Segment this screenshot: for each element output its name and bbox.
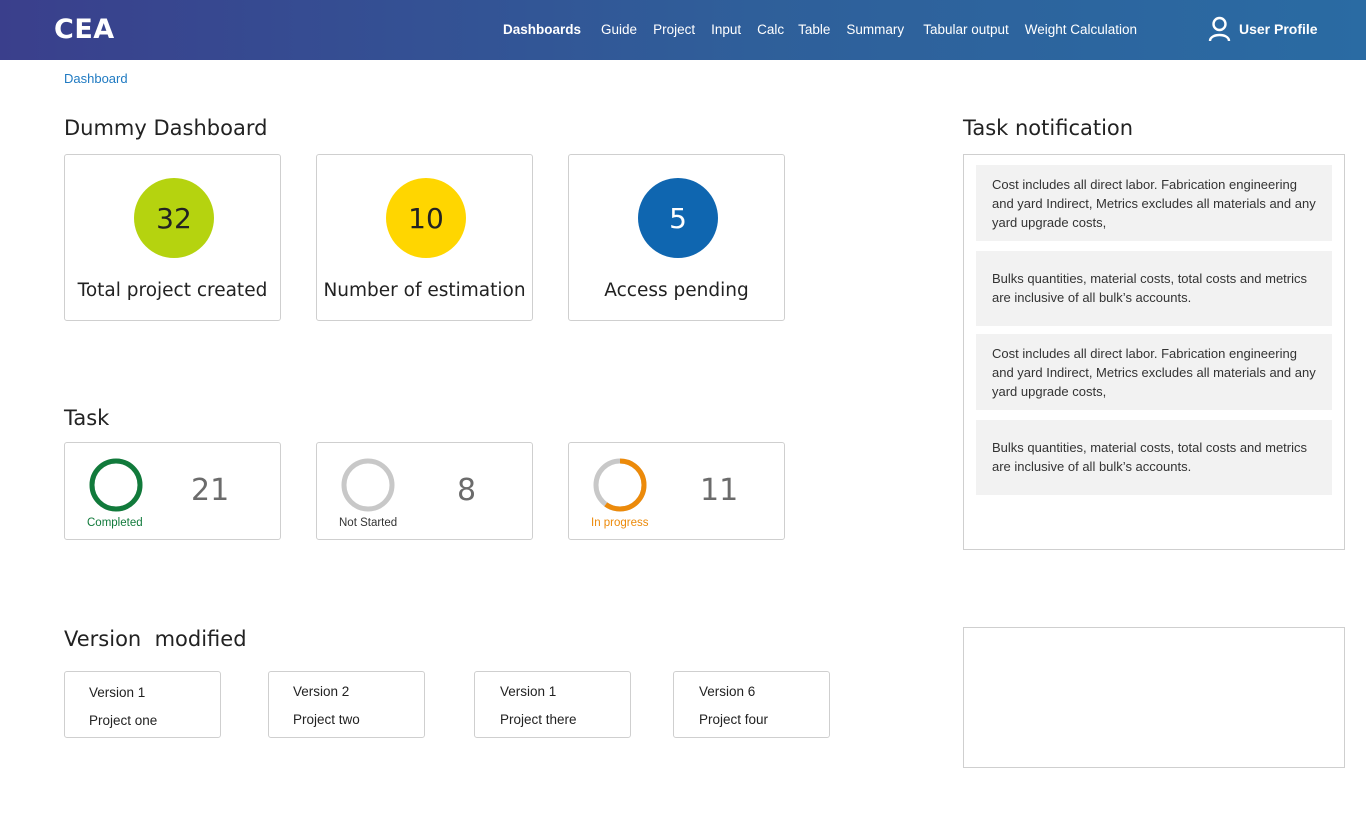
user-profile-label: User Profile [1239, 21, 1318, 37]
version-modified-title: Version modified [64, 627, 247, 651]
version-card[interactable]: Version 1 Project there [474, 671, 631, 738]
version-card[interactable]: Version 6 Project four [673, 671, 830, 738]
user-profile-button[interactable]: User Profile [1208, 16, 1318, 42]
app-logo[interactable]: CEA [54, 14, 115, 45]
task-card-in-progress[interactable]: In progress 11 [568, 442, 785, 540]
task-status-label: Completed [87, 517, 143, 529]
version-number: Version 1 [89, 685, 146, 700]
nav-calc[interactable]: Calc [757, 22, 784, 37]
notification-item[interactable]: Bulks quantities, material costs, total … [976, 420, 1332, 495]
stat-card-total-projects[interactable]: 32 Total project created [64, 154, 281, 321]
nav-tabular-output[interactable]: Tabular output [923, 22, 1009, 37]
task-count: 11 [700, 473, 739, 508]
task-count: 21 [191, 473, 230, 508]
task-notification-title: Task notification [963, 116, 1134, 140]
notification-item[interactable]: Cost includes all direct labor. Fabricat… [976, 334, 1332, 410]
nav-input[interactable]: Input [711, 22, 741, 37]
top-navigation-bar: CEA Dashboards Guide Project Input Calc … [0, 0, 1366, 60]
task-notification-panel: Cost includes all direct labor. Fabricat… [963, 154, 1345, 550]
empty-panel [963, 627, 1345, 768]
completed-ring-icon [89, 458, 143, 512]
version-card[interactable]: Version 1 Project one [64, 671, 221, 738]
stat-label: Total project created [77, 280, 268, 301]
stat-card-access-pending[interactable]: 5 Access pending [568, 154, 785, 321]
nav-summary[interactable]: Summary [846, 22, 904, 37]
version-card[interactable]: Version 2 Project two [268, 671, 425, 738]
dashboard-title: Dummy Dashboard [64, 116, 268, 140]
nav-table[interactable]: Table [798, 22, 830, 37]
nav-guide[interactable]: Guide [601, 22, 637, 37]
task-title: Task [64, 406, 110, 430]
in-progress-ring-icon [593, 458, 647, 512]
main-nav: Dashboards Guide Project Input Calc Tabl… [503, 22, 1137, 37]
notification-item[interactable]: Cost includes all direct labor. Fabricat… [976, 165, 1332, 241]
task-card-not-started[interactable]: Not Started 8 [316, 442, 533, 540]
task-card-completed[interactable]: Completed 21 [64, 442, 281, 540]
project-name: Project one [89, 713, 158, 728]
nav-dashboards[interactable]: Dashboards [503, 22, 581, 37]
version-number: Version 1 [500, 684, 557, 699]
not-started-ring-icon [341, 458, 395, 512]
user-icon [1208, 16, 1231, 42]
stat-label: Number of estimation [323, 280, 526, 301]
task-status-label: Not Started [339, 517, 398, 529]
nav-weight-calculation[interactable]: Weight Calculation [1025, 22, 1137, 37]
project-name: Project there [500, 712, 577, 727]
stat-card-estimations[interactable]: 10 Number of estimation [316, 154, 533, 321]
breadcrumb[interactable]: Dashboard [64, 71, 128, 86]
version-number: Version 2 [293, 684, 350, 699]
version-number: Version 6 [699, 684, 756, 699]
notification-item[interactable]: Bulks quantities, material costs, total … [976, 251, 1332, 326]
stat-value-circle: 5 [638, 178, 718, 258]
project-name: Project two [293, 712, 360, 727]
nav-project[interactable]: Project [653, 22, 695, 37]
project-name: Project four [699, 712, 769, 727]
stat-value-circle: 32 [134, 178, 214, 258]
task-count: 8 [457, 473, 477, 508]
stat-label: Access pending [604, 280, 749, 301]
task-status-label: In progress [591, 517, 649, 529]
stat-value-circle: 10 [386, 178, 466, 258]
